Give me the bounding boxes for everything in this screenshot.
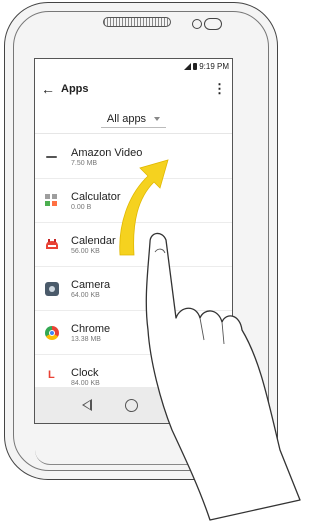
camera-icon bbox=[45, 281, 59, 296]
status-time: 9:19 PM bbox=[199, 61, 229, 71]
front-camera-icon bbox=[204, 18, 222, 30]
phone-bottom-edge bbox=[35, 450, 247, 465]
filter-selected: All apps bbox=[106, 112, 147, 125]
app-name: Clock bbox=[71, 366, 99, 379]
app-name: Calculator bbox=[71, 190, 121, 203]
list-item-info: Calculator 0.00 B bbox=[71, 191, 121, 211]
app-size: 7.50 MB bbox=[71, 159, 98, 167]
app-name: Chrome bbox=[71, 322, 111, 335]
list-item-info: Chrome 13.38 MB bbox=[71, 323, 110, 343]
recents-square-icon[interactable] bbox=[172, 398, 186, 412]
more-vert-icon[interactable]: ⋮ bbox=[213, 81, 226, 97]
navigation-bar bbox=[35, 387, 232, 423]
app-name: Amazon Video bbox=[71, 146, 143, 159]
phone-frame: 9:19 PM ← Apps ⋮ All apps Amazon Video 7… bbox=[4, 2, 278, 480]
app-size: 64.00 KB bbox=[71, 291, 100, 299]
battery-icon bbox=[193, 62, 198, 70]
apps-list: Amazon Video 7.50 MB Calculator 0.00 B C… bbox=[35, 135, 232, 399]
status-bar: 9:19 PM bbox=[35, 59, 232, 73]
list-item-camera[interactable]: Camera 64.00 KB bbox=[35, 267, 232, 311]
app-size: 84.00 KB bbox=[71, 379, 100, 387]
app-filter-dropdown[interactable]: All apps bbox=[100, 111, 167, 128]
app-size: 56.00 KB bbox=[71, 247, 100, 255]
home-circle-icon[interactable] bbox=[125, 398, 139, 412]
calendar-icon bbox=[45, 238, 59, 252]
app-name: Camera bbox=[71, 278, 111, 291]
page-title: Apps bbox=[61, 83, 89, 95]
app-bar: ← Apps ⋮ bbox=[35, 73, 232, 105]
list-item-info: Amazon Video 7.50 MB bbox=[71, 147, 142, 167]
calculator-icon bbox=[45, 193, 59, 208]
list-item-info: Camera 64.00 KB bbox=[71, 279, 110, 299]
chrome-icon bbox=[45, 325, 59, 340]
sensor-icon bbox=[192, 19, 202, 29]
earpiece-speaker bbox=[103, 17, 171, 27]
filter-row: All apps bbox=[35, 105, 232, 134]
back-triangle-icon[interactable] bbox=[81, 399, 92, 411]
signal-icon bbox=[184, 62, 192, 70]
screen: 9:19 PM ← Apps ⋮ All apps Amazon Video 7… bbox=[34, 58, 233, 424]
list-item-info: Calendar 56.00 KB bbox=[71, 235, 116, 255]
app-size: 0.00 B bbox=[71, 203, 92, 211]
amazon-video-icon bbox=[45, 150, 59, 164]
list-item-chrome[interactable]: Chrome 13.38 MB bbox=[35, 311, 232, 355]
arrow-left-icon[interactable]: ← bbox=[41, 81, 57, 97]
list-item-calculator[interactable]: Calculator 0.00 B bbox=[35, 179, 232, 223]
dropdown-caret-icon bbox=[154, 116, 161, 121]
list-item-info: Clock 84.00 KB bbox=[71, 367, 100, 387]
app-name: Calendar bbox=[71, 234, 116, 247]
list-item-amazon-video[interactable]: Amazon Video 7.50 MB bbox=[35, 135, 232, 179]
app-size: 13.38 MB bbox=[71, 335, 101, 343]
list-item-calendar[interactable]: Calendar 56.00 KB bbox=[35, 223, 232, 267]
clock-icon bbox=[45, 369, 59, 384]
